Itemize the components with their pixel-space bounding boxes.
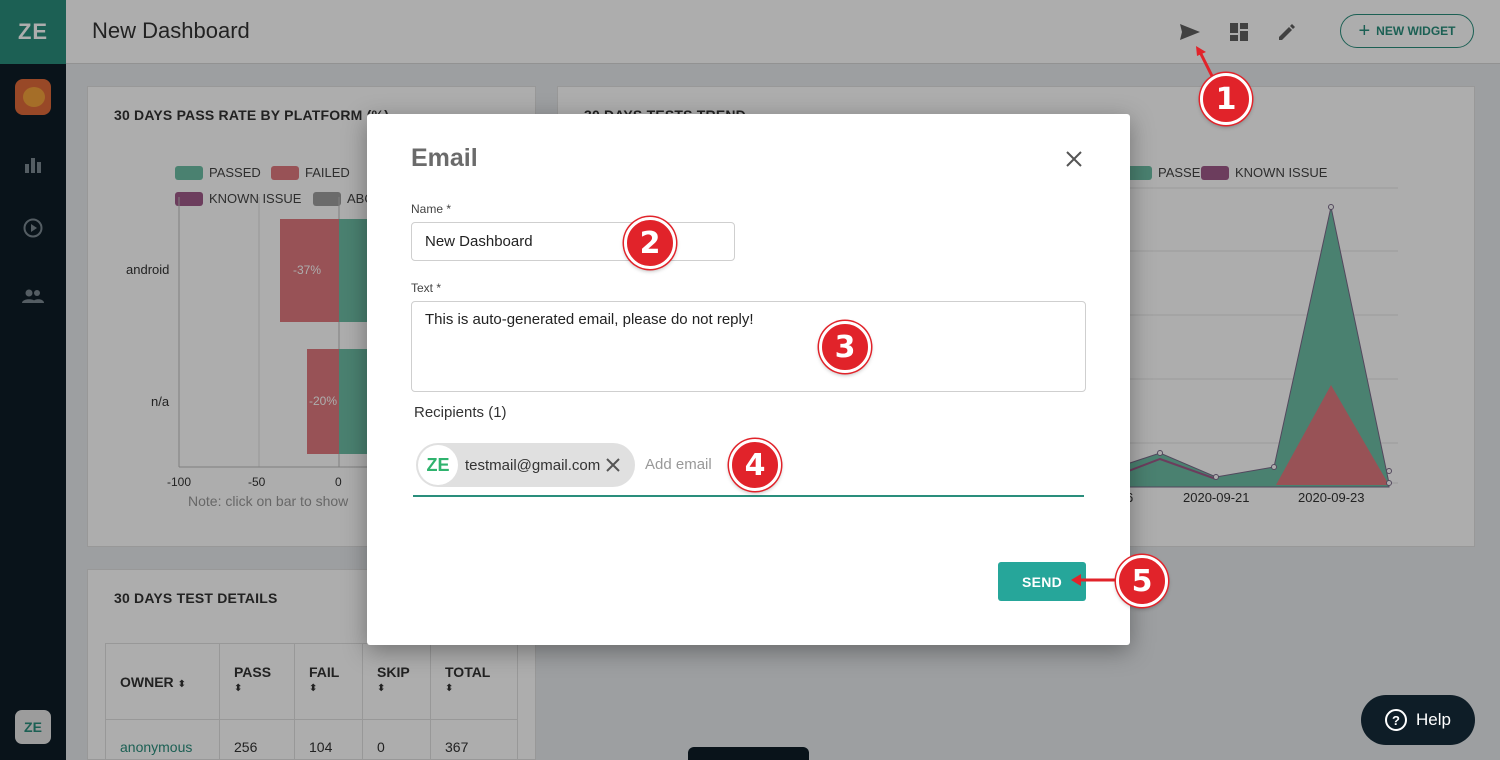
callout-5: 5 [1116, 555, 1168, 607]
text-label: Text * [411, 281, 442, 295]
callout-2: 2 [624, 217, 676, 269]
email-dialog: Email Name * Text * This is auto-generat… [367, 114, 1130, 645]
dialog-title: Email [411, 144, 478, 172]
name-label: Name * [411, 202, 452, 216]
help-icon: ? [1385, 709, 1408, 731]
text-field[interactable]: This is auto-generated email, please do … [411, 301, 1086, 392]
recipients-label: Recipients (1) [414, 404, 507, 421]
recipient-chip[interactable]: ZE testmail@gmail.com [416, 443, 635, 487]
recipient-avatar: ZE [418, 445, 458, 485]
callout-3: 3 [819, 321, 871, 373]
remove-recipient-icon[interactable] [604, 456, 622, 474]
send-button[interactable]: SEND [998, 562, 1086, 601]
name-field[interactable] [411, 222, 735, 261]
callout-4: 4 [729, 439, 781, 491]
help-button[interactable]: ? Help [1361, 695, 1475, 745]
callout-1: 1 [1200, 73, 1252, 125]
recipients-underline [413, 495, 1084, 497]
help-label: Help [1416, 710, 1451, 729]
close-icon[interactable] [1063, 148, 1085, 170]
recipient-email: testmail@gmail.com [465, 456, 601, 474]
